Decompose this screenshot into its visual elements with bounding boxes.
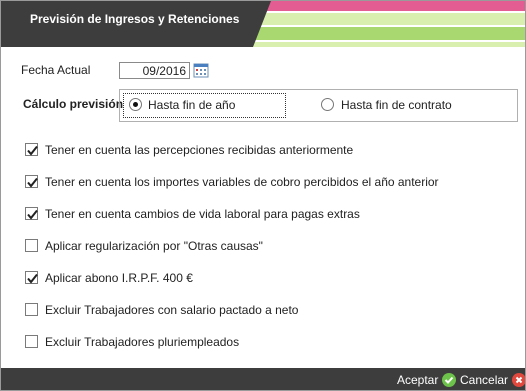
date-input[interactable] [119, 62, 190, 79]
check-circle-icon [442, 373, 457, 387]
dialog-footer: Aceptar Cancelar [1, 368, 525, 390]
header-stripe-lightgreen [253, 42, 525, 47]
title-block: Previsión de Ingresos y Retenciones [1, 1, 271, 47]
checkbox-label: Excluir Trabajadores con salario pactado… [45, 303, 299, 317]
radio-fin-de-contrato[interactable] [321, 98, 334, 111]
header-stripe-lightgreen [253, 13, 525, 25]
calc-radio-group: Hasta fin de año Hasta fin de contrato [119, 89, 518, 122]
checkbox-label: Tener en cuenta las percepciones recibid… [45, 143, 354, 157]
checkbox[interactable] [25, 335, 38, 348]
dialog-title: Previsión de Ingresos y Retenciones [30, 12, 240, 26]
radio-label-fin-de-ano[interactable]: Hasta fin de año [148, 98, 235, 112]
checkbox-label: Tener en cuenta los importes variables d… [45, 175, 439, 189]
checkmark-icon [27, 273, 38, 284]
accept-button[interactable]: Aceptar [397, 372, 457, 388]
checkbox[interactable] [25, 143, 38, 156]
checkmark-icon [27, 145, 38, 156]
header-stripe-pink [253, 1, 525, 11]
checkbox[interactable] [25, 175, 38, 188]
checkmark-icon [27, 209, 38, 220]
checkbox-label: Excluir Trabajadores pluriempleados [45, 335, 240, 349]
checkbox-label: Aplicar abono I.R.P.F. 400 € [45, 271, 193, 285]
header-stripe-green [253, 27, 525, 40]
date-label: Fecha Actual [21, 63, 91, 77]
checkbox[interactable] [25, 239, 38, 252]
cancel-label: Cancelar [460, 373, 509, 387]
checkbox[interactable] [25, 207, 38, 220]
checkbox-label: Aplicar regularización por "Otras causas… [45, 239, 263, 253]
checkbox[interactable] [25, 303, 38, 316]
accept-label: Aceptar [397, 373, 439, 387]
radio-label-fin-de-contrato[interactable]: Hasta fin de contrato [341, 98, 452, 112]
radio-fin-de-ano[interactable] [129, 98, 142, 111]
checkbox-label: Tener en cuenta cambios de vida laboral … [45, 207, 360, 221]
dialog-header: Previsión de Ingresos y Retenciones [1, 1, 525, 47]
close-circle-icon [512, 373, 525, 387]
calendar-icon[interactable] [193, 62, 209, 78]
calc-label: Cálculo previsión [23, 97, 124, 111]
checkmark-icon [27, 177, 38, 188]
dialog: Previsión de Ingresos y Retenciones Fech… [0, 0, 526, 391]
checkbox[interactable] [25, 271, 38, 284]
cancel-button[interactable]: Cancelar [460, 372, 525, 388]
